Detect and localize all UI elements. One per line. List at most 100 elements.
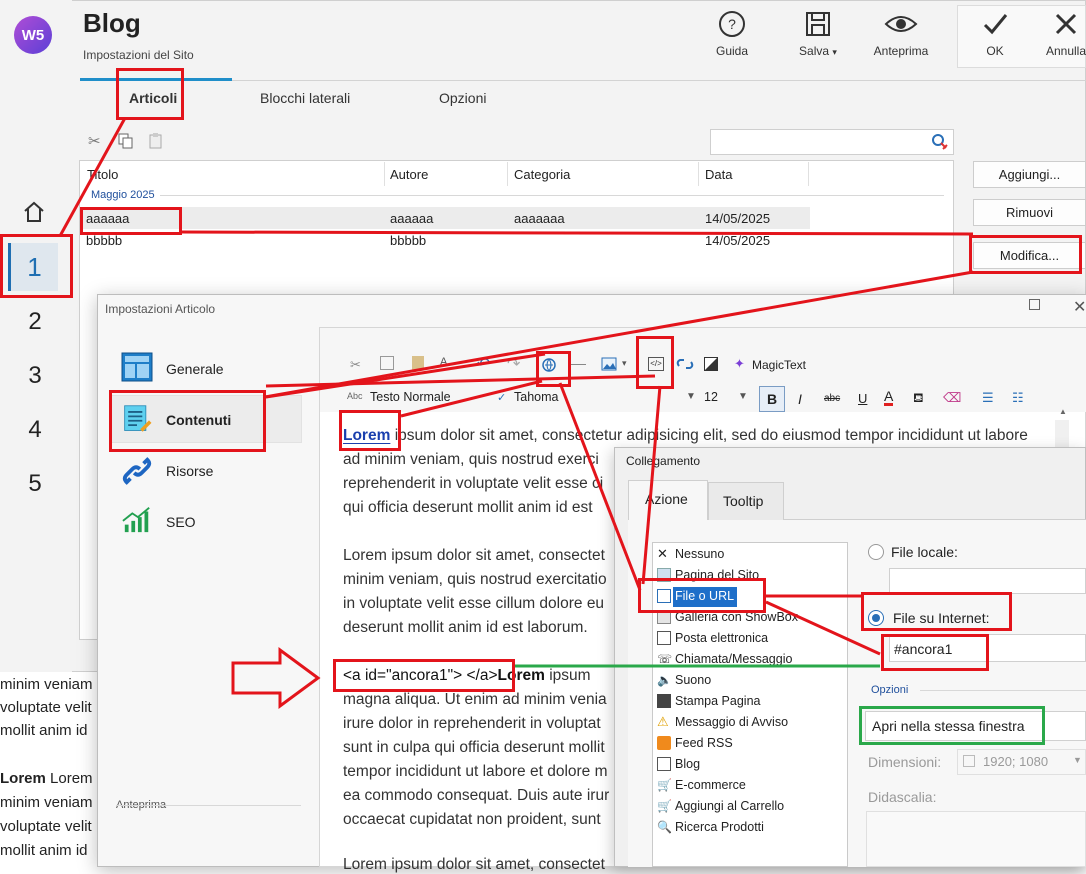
- font-size-select[interactable]: 12: [704, 390, 718, 404]
- column-header-category[interactable]: Categoria: [514, 167, 570, 182]
- options-label: Opzioni: [871, 684, 909, 696]
- bg-text-line: minim veniam: [0, 676, 93, 693]
- copy-icon[interactable]: [380, 356, 394, 370]
- annotation-box-edit: [969, 235, 1082, 274]
- annotation-box-tab: [116, 68, 184, 120]
- highlight-icon[interactable]: ⛾: [913, 390, 924, 408]
- chevron-down-icon: ▼: [1073, 755, 1082, 765]
- font-color-button[interactable]: A: [884, 389, 894, 406]
- strikethrough-button[interactable]: abc: [824, 393, 840, 404]
- cart-icon: 🛒: [657, 778, 672, 792]
- action-item-ecommerce[interactable]: 🛒 E-commerce: [657, 778, 746, 792]
- cancel-button[interactable]: Annulla: [1036, 10, 1086, 58]
- numbered-list-icon[interactable]: ☷: [1012, 390, 1024, 406]
- cut-icon[interactable]: ✂: [350, 357, 361, 373]
- annotation-box-content: [109, 390, 266, 452]
- editor-line: ad minim veniam, quis nostrud exerci: [343, 451, 599, 468]
- annotation-box-html-btn: [636, 336, 674, 389]
- maximize-icon[interactable]: [1029, 299, 1040, 310]
- unlink-icon[interactable]: [676, 356, 694, 372]
- contrast-icon[interactable]: [704, 357, 718, 371]
- action-item-carrello[interactable]: 🛒 Aggiungi al Carrello: [657, 799, 784, 813]
- editor-line: Lorem ipsum dolor sit amet, consectetur …: [343, 427, 1028, 444]
- step-2[interactable]: 2: [20, 308, 50, 336]
- row-title[interactable]: bbbbb: [86, 233, 122, 248]
- action-item-posta[interactable]: Posta elettronica: [657, 631, 768, 645]
- dimensions-value: 1920; 1080: [983, 754, 1049, 769]
- page-title: Blog: [83, 8, 141, 38]
- annotation-box-lorem: [339, 410, 401, 451]
- image-icon[interactable]: [601, 357, 617, 371]
- editor-line: sunt in culpa qui officia deserunt molli…: [343, 739, 605, 756]
- annotation-box-anchor: [333, 659, 515, 692]
- tab-blocchi-laterali[interactable]: Blocchi laterali: [260, 90, 350, 106]
- remove-button[interactable]: Rimuovi: [973, 199, 1086, 226]
- copy-icon[interactable]: [118, 133, 134, 149]
- paste-icon[interactable]: [412, 356, 424, 370]
- underline-button[interactable]: U: [858, 391, 867, 406]
- eraser-icon[interactable]: ⌫: [943, 390, 961, 406]
- scroll-up-icon[interactable]: ▲: [1059, 407, 1069, 417]
- action-item-nessuno[interactable]: ✕ Nessuno: [657, 547, 724, 562]
- column-header-date[interactable]: Data: [705, 167, 732, 182]
- cut-icon[interactable]: ✂: [88, 132, 101, 150]
- action-item-ricerca[interactable]: 🔍 Ricerca Prodotti: [657, 820, 764, 834]
- paragraph-style-select[interactable]: Testo Normale: [370, 390, 451, 404]
- preview-button[interactable]: Anteprima: [866, 10, 936, 58]
- redo-icon[interactable]: ↷: [507, 354, 520, 374]
- search-clear-icon[interactable]: [931, 133, 949, 151]
- save-button[interactable]: Salva ▾: [783, 10, 853, 58]
- bold-button[interactable]: B: [759, 386, 785, 412]
- general-icon: [121, 352, 153, 382]
- column-separator: [507, 162, 508, 186]
- tab-azione[interactable]: Azione: [645, 491, 688, 507]
- action-item-chiamata[interactable]: ☏ Chiamata/Messaggio: [657, 652, 792, 666]
- italic-button[interactable]: I: [798, 391, 802, 407]
- speaker-icon: 🔈: [657, 673, 672, 687]
- step-3[interactable]: 3: [20, 362, 50, 390]
- row-author: bbbbb: [390, 233, 427, 248]
- horizontal-line-icon[interactable]: [570, 364, 586, 365]
- local-file-field[interactable]: [889, 568, 1086, 594]
- editor-line: magna aliqua. Ut enim ad minim venia: [343, 691, 607, 708]
- add-button[interactable]: Aggiungi...: [973, 161, 1086, 188]
- action-item-avviso[interactable]: ⚠ Messaggio di Avviso: [657, 715, 788, 730]
- action-item-suono[interactable]: 🔈 Suono: [657, 673, 711, 687]
- home-icon[interactable]: [22, 200, 46, 224]
- action-item-blog[interactable]: Blog: [657, 757, 700, 771]
- bullet-list-icon[interactable]: ☰: [982, 390, 994, 406]
- dimensions-label: Dimensioni:: [868, 754, 942, 770]
- nav-generale[interactable]: Generale: [166, 361, 224, 377]
- close-icon: [1055, 13, 1077, 35]
- magictext-button[interactable]: MagicText: [752, 358, 806, 372]
- undo-icon[interactable]: ↶: [477, 354, 490, 374]
- action-item-stampa[interactable]: Stampa Pagina: [657, 694, 760, 708]
- guide-button[interactable]: ? Guida: [697, 10, 767, 58]
- tab-tooltip[interactable]: Tooltip: [723, 493, 763, 509]
- bg-text-line: voluptate velit: [0, 699, 92, 716]
- bg-text-line: mollit anim id: [0, 842, 88, 859]
- radio-local-file[interactable]: [868, 544, 884, 560]
- column-header-author[interactable]: Autore: [390, 167, 428, 182]
- chevron-down-icon[interactable]: ▼: [738, 391, 748, 402]
- nav-risorse[interactable]: Risorse: [166, 463, 213, 479]
- step-4[interactable]: 4: [20, 416, 50, 444]
- chevron-down-icon[interactable]: ▼: [686, 391, 696, 402]
- step-5[interactable]: 5: [20, 470, 50, 498]
- paste-format-icon[interactable]: A: [440, 356, 447, 368]
- options-divider: [920, 690, 1086, 691]
- chevron-down-icon[interactable]: ▾: [622, 358, 627, 369]
- tab-opzioni[interactable]: Opzioni: [439, 90, 486, 106]
- dialog-close-icon[interactable]: ✕: [1073, 297, 1086, 317]
- ok-button[interactable]: OK: [960, 10, 1030, 58]
- nav-seo[interactable]: SEO: [166, 514, 196, 530]
- column-header-title[interactable]: Titolo: [87, 167, 118, 182]
- row-date: 14/05/2025: [705, 211, 771, 226]
- paste-icon[interactable]: [148, 133, 164, 149]
- annotation-box-file-url: [638, 578, 766, 613]
- search-input[interactable]: [710, 129, 954, 155]
- font-family-select[interactable]: Tahoma: [514, 390, 558, 404]
- table-row[interactable]: [80, 207, 810, 229]
- dialog-title: Impostazioni Articolo: [105, 302, 216, 316]
- action-item-rss[interactable]: Feed RSS: [657, 736, 733, 750]
